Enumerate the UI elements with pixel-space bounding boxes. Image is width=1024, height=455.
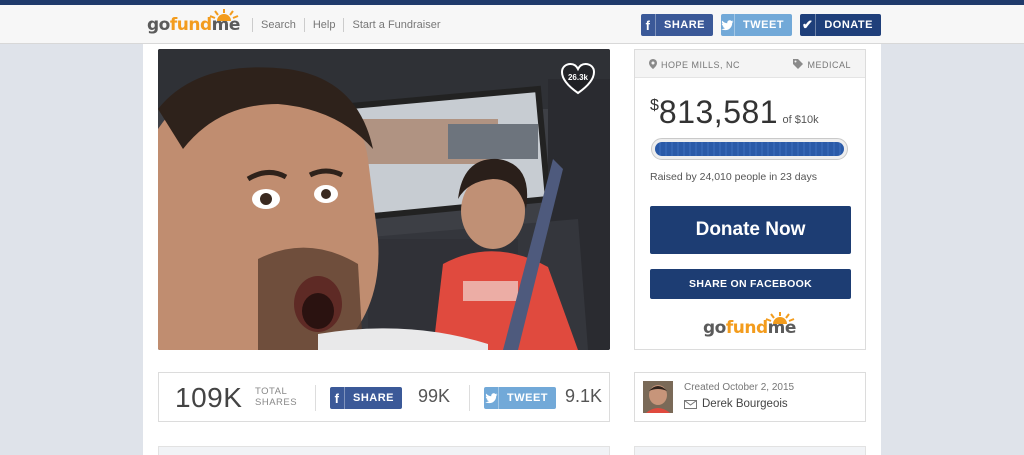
nav-help[interactable]: Help: [303, 18, 344, 32]
donation-panel: HOPE MILLS, NC MEDICAL $813,581 of $10k …: [634, 49, 866, 350]
location-category-bar: HOPE MILLS, NC MEDICAL: [635, 50, 865, 78]
header-tweet-button[interactable]: TWEET: [721, 14, 792, 36]
site-header: gofundme Search Help Start a Fundraiser …: [0, 5, 1024, 44]
raised-amount: 813,581: [658, 94, 779, 130]
share-on-facebook-button[interactable]: SHARE ON FACEBOOK: [650, 269, 851, 299]
total-shares-label: TOTAL SHARES: [255, 386, 298, 408]
avatar[interactable]: [643, 381, 673, 413]
checkmark-icon: ✔: [800, 14, 817, 36]
divider: [315, 385, 316, 411]
created-date: Created October 2, 2015: [684, 382, 795, 393]
twitter-bird-icon: [484, 387, 499, 409]
heart-count: 26.3k: [567, 73, 589, 82]
tweet-button[interactable]: TWEET: [484, 387, 556, 409]
divider: [469, 385, 470, 411]
creator-name: Derek Bourgeois: [702, 398, 788, 410]
donate-now-button[interactable]: Donate Now: [650, 206, 851, 254]
map-pin-icon: [649, 59, 657, 69]
category-label[interactable]: MEDICAL: [793, 59, 851, 70]
total-shares-count: 109K: [175, 382, 243, 413]
heart-favorite-button[interactable]: 26.3k: [560, 62, 596, 96]
nav-search[interactable]: Search: [252, 18, 304, 32]
progress-bar-fill: [655, 142, 844, 156]
creator-name-row[interactable]: Derek Bourgeois: [684, 398, 788, 410]
progress-bar: [651, 138, 848, 160]
goal-text: of $10k: [782, 114, 819, 126]
creator-avatar-image: [643, 381, 673, 413]
facebook-icon: f: [641, 14, 656, 36]
header-donate-button[interactable]: ✔ DONATE: [800, 14, 881, 36]
nav-start-fundraiser[interactable]: Start a Fundraiser: [343, 18, 448, 32]
twitter-bird-icon: [721, 14, 735, 36]
tweet-count: 9.1K: [565, 386, 603, 406]
sidebar-card-below: [634, 446, 866, 455]
raised-by-text: Raised by 24,010 people in 23 days: [650, 171, 817, 183]
location-label: HOPE MILLS, NC: [649, 59, 740, 70]
envelope-icon: [684, 399, 697, 409]
content-card-below: [158, 446, 610, 455]
amount-raised: $813,581 of $10k: [650, 94, 819, 130]
campaign-photo-image: [158, 49, 610, 350]
tag-icon: [793, 59, 804, 69]
facebook-share-count: 99K: [418, 386, 451, 406]
facebook-share-button[interactable]: f SHARE: [330, 387, 402, 409]
campaign-photo[interactable]: [158, 49, 610, 350]
header-facebook-share-button[interactable]: f SHARE: [641, 14, 713, 36]
share-stats-bar: 109K TOTAL SHARES f SHARE 99K TWEET 9.1K: [158, 372, 610, 422]
sun-icon: [209, 9, 239, 21]
gofundme-logo[interactable]: gofundme: [147, 9, 240, 35]
creator-card: Created October 2, 2015 Derek Bourgeois: [634, 372, 866, 422]
header-nav: Search Help Start a Fundraiser: [252, 18, 449, 32]
sun-icon: [765, 312, 795, 324]
panel-gofundme-logo: gofundme: [703, 312, 796, 338]
facebook-icon: f: [330, 387, 345, 409]
